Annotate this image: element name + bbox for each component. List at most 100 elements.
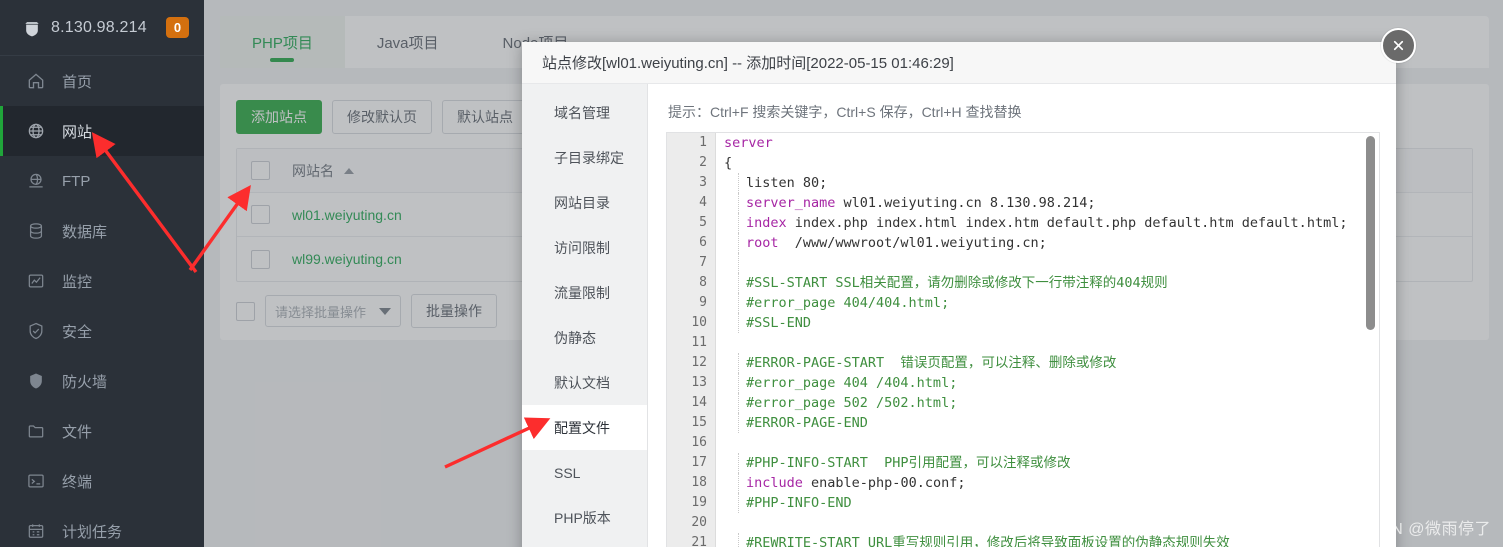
code-token: #error_page 404 /404.html; <box>746 375 958 391</box>
editor-line-number: 19 <box>691 495 707 510</box>
editor-code-area[interactable]: server { listen 80; server_name wl01.weiyut… <box>716 133 1379 547</box>
modal-sidebar-item-label: 伪静态 <box>554 329 596 346</box>
code-token: #PHP-INFO-END <box>746 495 852 511</box>
editor-code-line[interactable] <box>716 433 1379 453</box>
code-token: server <box>724 135 773 151</box>
editor-code-line[interactable]: { <box>716 153 1379 173</box>
shield-logo-icon <box>25 21 39 36</box>
firewall-shield-icon <box>30 373 42 389</box>
sidebar-item-label: 文件 <box>62 423 93 441</box>
sidebar-item-terminal[interactable]: 终端 <box>0 456 204 506</box>
modal-sidebar-item-label: PHP版本 <box>554 509 611 526</box>
modal-sidebar-item-label: 网站目录 <box>554 194 610 211</box>
code-token: listen 80; <box>746 175 828 191</box>
editor-line-number: 1 <box>699 135 707 150</box>
code-token: index <box>746 215 787 231</box>
modal-sidebar-item-label: SSL <box>554 464 581 481</box>
code-token: wl01.weiyuting.cn 8.130.98.214; <box>835 195 1096 211</box>
editor-code-line[interactable]: #ERROR-PAGE-END <box>716 413 1379 433</box>
sidebar-item-home[interactable]: 首页 <box>0 56 204 106</box>
editor-code-line[interactable]: #error_page 502 /502.html; <box>716 393 1379 413</box>
shield-check-icon <box>29 322 43 340</box>
editor-code-line[interactable] <box>716 253 1379 273</box>
code-token: include <box>746 475 803 491</box>
sidebar-item-monitor[interactable]: 监控 <box>0 256 204 306</box>
editor-code-line[interactable]: server_name wl01.weiyuting.cn 8.130.98.2… <box>716 193 1379 213</box>
editor-code-line[interactable]: server <box>716 133 1379 153</box>
code-token: enable-php-00.conf; <box>802 475 966 491</box>
sidebar-item-firewall[interactable]: 防火墙 <box>0 356 204 406</box>
editor-line-number: 10 <box>691 315 707 330</box>
modal-title: 站点修改[wl01.weiyuting.cn] -- 添加时间[2022-05-… <box>542 55 954 72</box>
sidebar-item-website[interactable]: 网站 <box>0 106 204 156</box>
modal-title-bar: 站点修改[wl01.weiyuting.cn] -- 添加时间[2022-05-… <box>522 42 1396 84</box>
modal-sidebar: 域名管理 子目录绑定 网站目录 访问限制 流量限制 伪静态 默认文档 配置文件 … <box>522 84 648 547</box>
modal-sidebar-item-domain[interactable]: 域名管理 <box>522 90 647 135</box>
editor-code-line[interactable]: #ERROR-PAGE-START 错误页配置，可以注释、删除或修改 <box>716 353 1379 373</box>
config-file-editor[interactable]: 1 2 3 4 5 6 7 8 9 10 11 12 13 14 15 16 17 18 19 20 21 server… <box>666 132 1380 547</box>
sidebar-item-ftp[interactable]: FTP <box>0 156 204 206</box>
code-token: #ERROR-PAGE-END <box>746 415 868 431</box>
sidebar-item-cron[interactable]: 计划任务 <box>0 506 204 547</box>
sidebar-item-label: 防火墙 <box>62 373 108 391</box>
editor-line-number: 14 <box>691 395 707 410</box>
editor-line-number: 6 <box>699 235 707 250</box>
modal-body: 域名管理 子目录绑定 网站目录 访问限制 流量限制 伪静态 默认文档 配置文件 … <box>522 84 1396 547</box>
editor-code-line[interactable]: #SSL-START SSL相关配置，请勿删除或修改下一行带注释的404规则 <box>716 273 1379 293</box>
sidebar-item-label: FTP <box>62 172 91 190</box>
code-token: #PHP-INFO-START PHP引用配置，可以注释或修改 <box>746 455 1071 471</box>
home-icon <box>28 73 44 89</box>
sidebar-item-label: 监控 <box>62 273 93 291</box>
modal-sidebar-item-php-version[interactable]: PHP版本 <box>522 495 647 540</box>
modal-sidebar-item-dir[interactable]: 网站目录 <box>522 180 647 225</box>
editor-code-line[interactable]: #PHP-INFO-START PHP引用配置，可以注释或修改 <box>716 453 1379 473</box>
editor-line-number: 9 <box>699 295 707 310</box>
editor-code-line[interactable]: listen 80; <box>716 173 1379 193</box>
modal-close-button[interactable] <box>1381 28 1416 63</box>
editor-line-number: 5 <box>699 215 707 230</box>
modal-sidebar-item-ssl[interactable]: SSL <box>522 450 647 495</box>
terminal-icon <box>28 474 44 488</box>
sidebar-item-files[interactable]: 文件 <box>0 406 204 456</box>
editor-line-number: 20 <box>691 515 707 530</box>
modal-sidebar-item-rewrite[interactable]: 伪静态 <box>522 315 647 360</box>
sidebar: 8.130.98.214 0 首页 网站 FTP 数据库 监控 安全 防火墙 文… <box>0 0 204 547</box>
editor-line-number: 11 <box>691 335 707 350</box>
sidebar-item-security[interactable]: 安全 <box>0 306 204 356</box>
editor-code-line[interactable]: root /www/wwwroot/wl01.weiyuting.cn; <box>716 233 1379 253</box>
code-token: server_name <box>746 195 836 211</box>
modal-sidebar-item-access[interactable]: 访问限制 <box>522 225 647 270</box>
calendar-icon <box>28 524 44 538</box>
code-token: #error_page 502 /502.html; <box>746 395 958 411</box>
modal-sidebar-item-label: 域名管理 <box>554 104 610 121</box>
editor-code-line[interactable]: #REWRITE-START URL重写规则引用，修改后将导致面板设置的伪静态规… <box>716 533 1379 547</box>
editor-line-number: 7 <box>699 255 707 270</box>
editor-code-line[interactable] <box>716 333 1379 353</box>
modal-sidebar-item-traffic[interactable]: 流量限制 <box>522 270 647 315</box>
editor-line-number: 18 <box>691 475 707 490</box>
editor-code-line[interactable]: #PHP-INFO-END <box>716 493 1379 513</box>
editor-code-line[interactable] <box>716 513 1379 533</box>
editor-code-line[interactable]: index index.php index.html index.htm def… <box>716 213 1379 233</box>
editor-line-number: 17 <box>691 455 707 470</box>
sidebar-item-label: 数据库 <box>62 223 108 241</box>
modal-sidebar-item-config-file[interactable]: 配置文件 <box>522 405 647 450</box>
ftp-icon <box>29 173 43 188</box>
code-token: { <box>724 155 733 171</box>
code-token: #SSL-START SSL相关配置，请勿删除或修改下一行带注释的404规则 <box>746 275 1168 291</box>
site-edit-modal: 站点修改[wl01.weiyuting.cn] -- 添加时间[2022-05-… <box>522 42 1396 547</box>
editor-code-line[interactable]: #error_page 404/404.html; <box>716 293 1379 313</box>
editor-code-line[interactable]: #SSL-END <box>716 313 1379 333</box>
editor-code-line[interactable]: #error_page 404 /404.html; <box>716 373 1379 393</box>
modal-sidebar-item-label: 流量限制 <box>554 284 610 301</box>
editor-vertical-scrollbar[interactable] <box>1366 136 1375 330</box>
editor-line-number: 13 <box>691 375 707 390</box>
notification-badge[interactable]: 0 <box>165 17 190 38</box>
sidebar-item-label: 安全 <box>62 323 93 341</box>
sidebar-item-database[interactable]: 数据库 <box>0 206 204 256</box>
modal-sidebar-item-default-doc[interactable]: 默认文档 <box>522 360 647 405</box>
code-token: root <box>746 235 779 251</box>
editor-code-line[interactable]: include enable-php-00.conf; <box>716 473 1379 493</box>
editor-line-number-gutter: 1 2 3 4 5 6 7 8 9 10 11 12 13 14 15 16 17 18 19 20 21 <box>667 133 716 547</box>
modal-sidebar-item-subdir[interactable]: 子目录绑定 <box>522 135 647 180</box>
